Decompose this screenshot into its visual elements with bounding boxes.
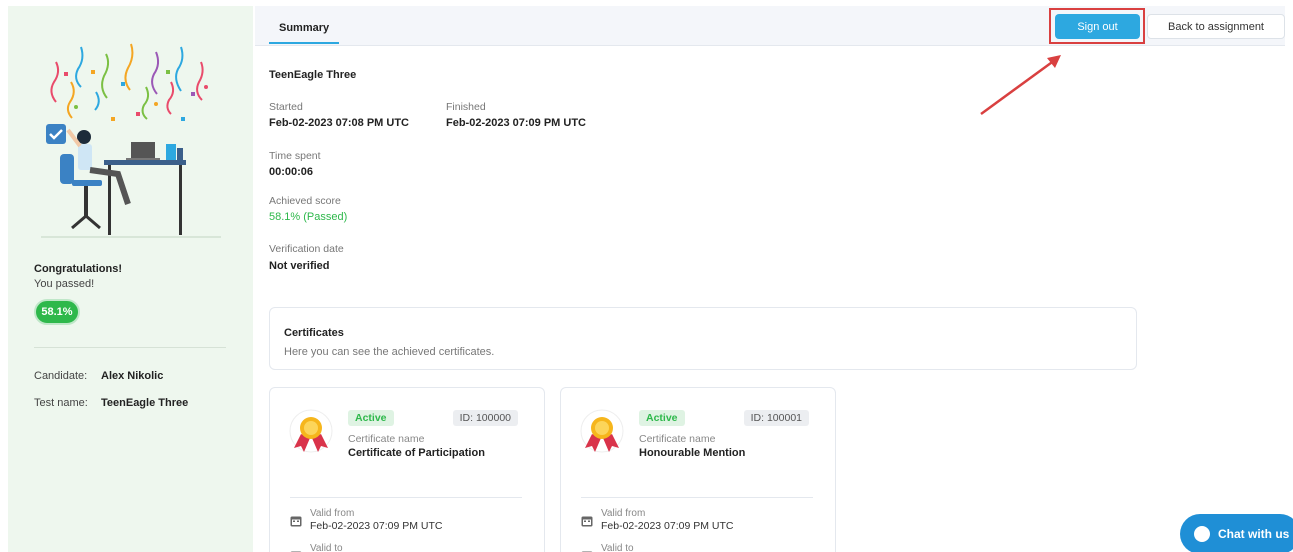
status-badge: Active xyxy=(348,410,394,426)
summary-panel: TeenEagle Three Started Feb-02-2023 07:0… xyxy=(255,46,1285,552)
test-name-row: Test name: TeenEagle Three xyxy=(34,397,188,409)
certificate-name-value: Honourable Mention xyxy=(639,447,746,459)
candidate-row: Candidate: Alex Nikolic xyxy=(34,370,163,382)
sign-out-button[interactable]: Sign out xyxy=(1055,14,1140,39)
valid-to-label: Valid to xyxy=(601,543,634,552)
certificates-section: Certificates Here you can see the achiev… xyxy=(269,307,1137,370)
chat-label: Chat with us xyxy=(1218,527,1290,541)
card-divider xyxy=(581,497,813,498)
valid-from-label: Valid from xyxy=(601,508,646,519)
test-title: TeenEagle Three xyxy=(269,69,357,81)
chat-with-us-button[interactable]: Chat with us xyxy=(1180,514,1293,552)
status-badge: Active xyxy=(639,410,685,426)
calendar-icon xyxy=(290,516,302,527)
certificate-card[interactable]: Active ID: 100000 Certificate name Certi… xyxy=(269,387,545,552)
tab-summary[interactable]: Summary xyxy=(269,14,340,44)
time-spent-value: 00:00:06 xyxy=(269,166,314,178)
certificate-id-badge: ID: 100001 xyxy=(743,410,809,426)
achieved-score-label: Achieved score xyxy=(269,195,341,207)
congrats-title: Congratulations! xyxy=(34,263,122,275)
celebration-illustration xyxy=(41,43,221,238)
sidebar-divider xyxy=(34,347,226,348)
certificate-name-label: Certificate name xyxy=(639,433,716,445)
certificate-card[interactable]: Active ID: 100001 Certificate name Honou… xyxy=(560,387,836,552)
valid-from-value: Feb-02-2023 07:09 PM UTC xyxy=(310,520,443,532)
finished-label: Finished xyxy=(446,101,486,113)
candidate-value: Alex Nikolic xyxy=(101,370,164,382)
back-to-assignment-button[interactable]: Back to assignment xyxy=(1147,14,1285,39)
started-label: Started xyxy=(269,101,303,113)
valid-from-label: Valid from xyxy=(310,508,355,519)
certificate-id-badge: ID: 100000 xyxy=(452,410,518,426)
candidate-label: Candidate: xyxy=(34,370,88,382)
achieved-score-value: 58.1% (Passed) xyxy=(269,211,348,223)
test-name-label: Test name: xyxy=(34,397,88,409)
score-badge: 58.1% xyxy=(34,299,80,325)
result-sidebar: Congratulations! You passed! 58.1% Candi… xyxy=(8,6,253,552)
test-name-value: TeenEagle Three xyxy=(101,397,189,409)
valid-from-value: Feb-02-2023 07:09 PM UTC xyxy=(601,520,734,532)
congrats-subtitle: You passed! xyxy=(34,278,95,290)
time-spent-label: Time spent xyxy=(269,150,321,162)
chat-bubble-icon xyxy=(1194,526,1210,542)
card-divider xyxy=(290,497,522,498)
certificates-title: Certificates xyxy=(284,327,344,339)
medal-icon xyxy=(580,409,624,453)
valid-to-label: Valid to xyxy=(310,543,343,552)
started-value: Feb-02-2023 07:08 PM UTC xyxy=(269,117,409,129)
certificate-name-label: Certificate name xyxy=(348,433,425,445)
medal-icon xyxy=(289,409,333,453)
finished-value: Feb-02-2023 07:09 PM UTC xyxy=(446,117,586,129)
calendar-icon xyxy=(581,516,593,527)
verification-date-value: Not verified xyxy=(269,260,330,272)
certificates-description: Here you can see the achieved certificat… xyxy=(284,346,495,358)
certificate-name-value: Certificate of Participation xyxy=(348,447,485,459)
verification-date-label: Verification date xyxy=(269,243,344,255)
